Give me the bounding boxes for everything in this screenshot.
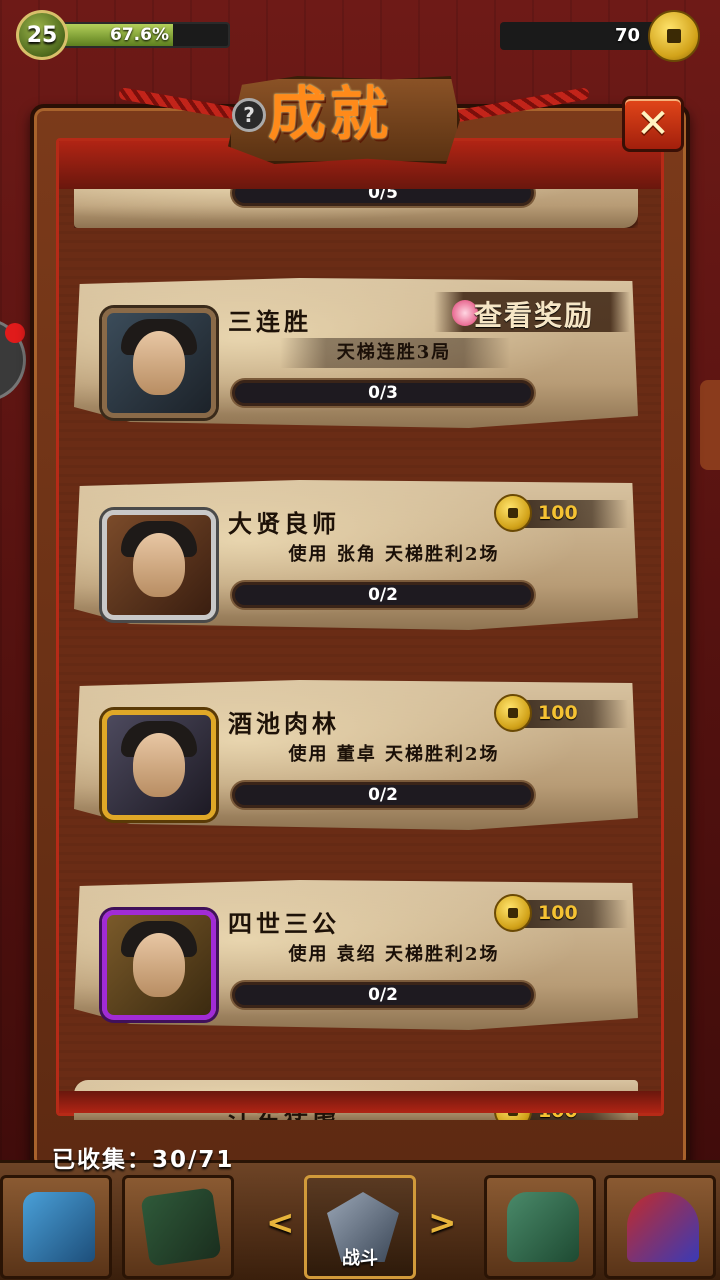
portrait-face bbox=[133, 533, 185, 597]
achievement-card[interactable]: 酒池肉林 使用 董卓 天梯胜利2场 0/2 100 bbox=[74, 680, 638, 830]
nav-item-battle[interactable]: 战斗 bbox=[304, 1175, 416, 1279]
hero-portrait bbox=[102, 710, 216, 820]
portrait-face bbox=[133, 733, 185, 797]
achievement-name: 大贤良师 bbox=[228, 509, 340, 538]
achievement-description: 使用 张角 天梯胜利2场 bbox=[288, 544, 500, 565]
coin-icon bbox=[494, 494, 532, 532]
dialog-title-plaque: ? 成就 bbox=[118, 66, 590, 176]
achievement-progress: 0/2 bbox=[232, 582, 534, 608]
coin-reward: 100 bbox=[494, 494, 628, 532]
nav-item-chest[interactable] bbox=[0, 1175, 112, 1279]
achievement-progress: 0/3 bbox=[232, 380, 534, 406]
achievement-name: 酒池肉林 bbox=[228, 709, 340, 738]
nav-item-bronze[interactable] bbox=[484, 1175, 596, 1279]
coin-reward: 100 bbox=[494, 694, 628, 732]
coin-reward: 100 bbox=[494, 894, 628, 932]
hero-portrait bbox=[102, 308, 216, 418]
reward-amount: 100 bbox=[538, 702, 578, 724]
bronze-vessel-icon bbox=[507, 1192, 579, 1262]
dialog-title: 成就 bbox=[268, 80, 393, 148]
nav-item-flags[interactable] bbox=[604, 1175, 716, 1279]
achievement-card[interactable]: 大贤良师 使用 张角 天梯胜利2场 0/2 100 bbox=[74, 480, 638, 630]
reward-amount: 100 bbox=[538, 902, 578, 924]
side-menu-button[interactable] bbox=[0, 318, 26, 402]
portrait-face bbox=[133, 933, 185, 997]
achievement-card[interactable]: 四世三公 使用 袁绍 天梯胜利2场 0/2 100 bbox=[74, 880, 638, 1030]
achievement-card[interactable]: 三连胜 天梯连胜3局 0/3 查看奖励 bbox=[74, 278, 638, 428]
close-button[interactable]: ✕ bbox=[622, 96, 684, 152]
next-arrow-icon[interactable]: > bbox=[428, 1203, 457, 1243]
cards-icon bbox=[140, 1187, 222, 1267]
view-reward-label: 查看奖励 bbox=[474, 299, 595, 332]
coin-icon bbox=[494, 894, 532, 932]
collected-count: 已收集：30/71 bbox=[52, 1147, 235, 1173]
nav-label-battle: 战斗 bbox=[342, 1248, 378, 1269]
reward-amount: 100 bbox=[538, 502, 578, 524]
prev-arrow-icon[interactable]: < bbox=[266, 1203, 295, 1243]
achievement-progress: 0/2 bbox=[232, 982, 534, 1008]
xp-percent-label: 67.6% bbox=[110, 25, 169, 45]
hero-portrait bbox=[102, 510, 216, 620]
nav-item-cards[interactable] bbox=[122, 1175, 234, 1279]
side-decoration bbox=[700, 380, 720, 470]
coin-icon bbox=[648, 10, 700, 62]
treasure-chest-icon bbox=[23, 1192, 95, 1262]
view-reward-button[interactable]: 查看奖励 bbox=[434, 284, 630, 334]
achievement-description: 天梯连胜3局 bbox=[336, 342, 452, 363]
coin-count: 70 bbox=[500, 22, 670, 50]
coin-icon bbox=[494, 694, 532, 732]
achievement-description: 使用 董卓 天梯胜利2场 bbox=[288, 744, 500, 765]
notification-dot-icon bbox=[5, 323, 25, 343]
flags-icon bbox=[627, 1192, 699, 1262]
achievement-description: 使用 袁绍 天梯胜利2场 bbox=[288, 944, 500, 965]
achievement-name: 三连胜 bbox=[228, 307, 312, 336]
level-badge: 25 bbox=[16, 10, 68, 60]
xp-progress-bar: 67.6% bbox=[56, 22, 230, 48]
portrait-face bbox=[133, 331, 185, 395]
coin-balance: 70 bbox=[500, 10, 700, 62]
player-level-bar: 25 67.6% bbox=[16, 10, 230, 60]
achievement-name: 四世三公 bbox=[228, 909, 340, 938]
achievement-progress: 0/2 bbox=[232, 782, 534, 808]
help-icon[interactable]: ? bbox=[232, 98, 266, 132]
bottom-nav: < 战斗 > bbox=[0, 1160, 720, 1280]
hero-portrait bbox=[102, 910, 216, 1020]
